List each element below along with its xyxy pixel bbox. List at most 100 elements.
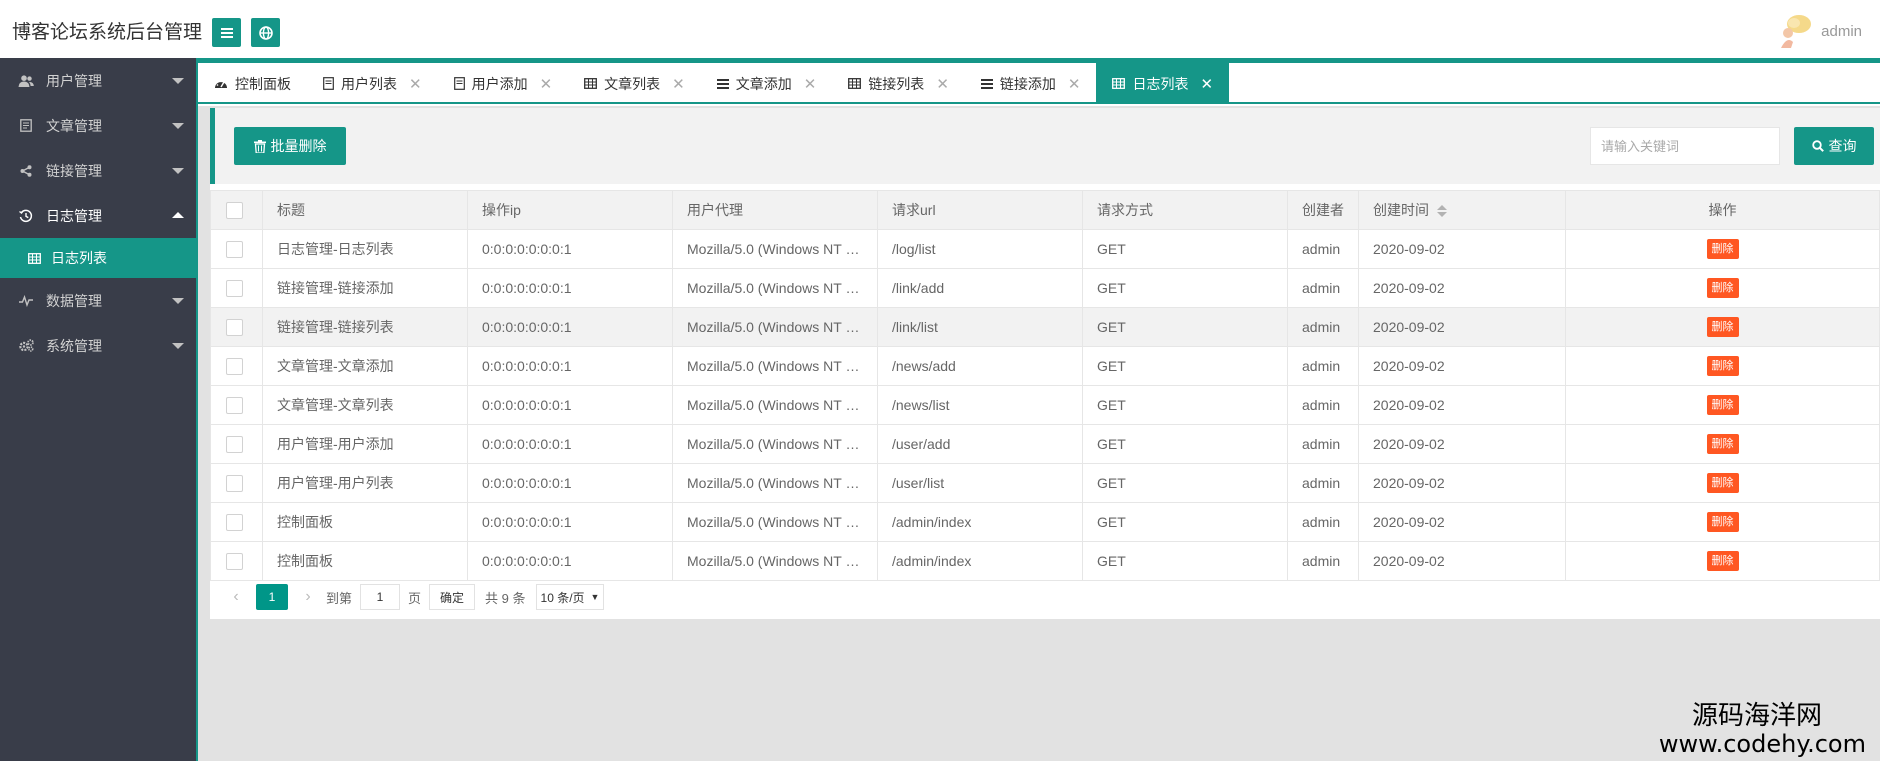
tab-log-list[interactable]: 日志列表 ✕ (1096, 63, 1230, 104)
cell-url: /admin/index (877, 502, 1083, 542)
app-title: 博客论坛系统后台管理 (12, 22, 203, 43)
row-delete-button[interactable]: 删除 (1706, 278, 1739, 298)
table-row: 用户管理-用户列表 0:0:0:0:0:0:0:1 Mozilla/5.0 (Win… (210, 463, 1880, 503)
cell-creator: admin (1287, 229, 1359, 269)
row-delete-button[interactable]: 删除 (1706, 395, 1739, 415)
prev-page-icon[interactable]: ‹ (226, 588, 246, 606)
tab-user-list[interactable]: 用户列表 ✕ (307, 63, 438, 104)
cell-actions: 删除 (1565, 502, 1880, 542)
sidebar-item-data-management[interactable]: 数据管理 (0, 278, 196, 323)
sidebar-item-user-management[interactable]: 用户管理 (0, 58, 196, 103)
tab-article-add[interactable]: 文章添加 ✕ (701, 63, 833, 104)
row-checkbox[interactable] (226, 318, 243, 336)
share-icon (18, 164, 34, 178)
table-icon (584, 78, 598, 89)
cell-agent: Mozilla/5.0 (Windows NT … (672, 385, 878, 425)
sort-icon[interactable] (1437, 204, 1447, 218)
row-delete-button[interactable]: 删除 (1706, 434, 1739, 454)
list-icon (716, 78, 729, 89)
search-icon (1811, 140, 1824, 152)
chevron-down-icon (172, 343, 184, 349)
row-delete-button[interactable]: 删除 (1706, 473, 1739, 493)
table-row: 链接管理-链接添加 0:0:0:0:0:0:0:1 Mozilla/5.0 (Win… (210, 268, 1880, 308)
close-icon[interactable]: ✕ (1068, 75, 1081, 93)
page-size-select[interactable]: 10 条/页 ▼ (535, 584, 605, 610)
sidebar-subitem-log-list[interactable]: 日志列表 (0, 238, 196, 278)
cell-agent: Mozilla/5.0 (Windows NT … (672, 502, 878, 542)
close-icon[interactable]: ✕ (672, 75, 685, 93)
cell-method: GET (1082, 502, 1288, 542)
close-icon[interactable]: ✕ (804, 75, 817, 93)
cell-creator: admin (1287, 541, 1359, 581)
row-checkbox[interactable] (226, 552, 243, 570)
row-checkbox-cell (210, 385, 263, 425)
close-icon[interactable]: ✕ (409, 75, 422, 93)
row-delete-button[interactable]: 删除 (1706, 317, 1739, 337)
search-input[interactable] (1590, 127, 1780, 165)
cell-ip: 0:0:0:0:0:0:0:1 (467, 424, 673, 464)
cell-title: 日志管理-日志列表 (262, 229, 468, 269)
users-icon (18, 74, 34, 88)
goto-confirm-button[interactable]: 确定 (429, 584, 476, 610)
row-checkbox[interactable] (226, 240, 243, 258)
row-checkbox[interactable] (226, 513, 243, 531)
cell-url: /user/list (877, 463, 1083, 503)
chevron-down-icon (172, 298, 184, 304)
cell-time: 2020-09-02 (1358, 502, 1566, 542)
row-checkbox[interactable] (226, 357, 243, 375)
menu-toggle-button[interactable] (212, 18, 241, 47)
sidebar-item-log-management[interactable]: 日志管理 (0, 193, 196, 238)
row-checkbox[interactable] (226, 279, 243, 297)
column-header: 用户代理 (672, 190, 878, 230)
row-delete-button[interactable]: 删除 (1706, 239, 1739, 259)
goto-label: 到第 (326, 590, 353, 606)
sidebar-item-system-management[interactable]: 系统管理 (0, 323, 196, 368)
username: admin (1821, 22, 1862, 40)
tab-link-add[interactable]: 链接添加 ✕ (965, 63, 1097, 104)
column-header-sortable[interactable]: 创建时间 (1358, 190, 1566, 230)
sidebar-item-article-management[interactable]: 文章管理 (0, 103, 196, 148)
table-row: 日志管理-日志列表 0:0:0:0:0:0:0:1 Mozilla/5.0 (Win… (210, 229, 1880, 269)
tab-dashboard[interactable]: 控制面板 (198, 63, 307, 104)
document-icon (323, 77, 334, 90)
current-page[interactable]: 1 (256, 584, 288, 610)
row-delete-button[interactable]: 删除 (1706, 356, 1739, 376)
row-checkbox[interactable] (226, 435, 243, 453)
table-row: 文章管理-文章列表 0:0:0:0:0:0:0:1 Mozilla/5.0 (Win… (210, 385, 1880, 425)
sidebar-item-label: 系统管理 (46, 337, 102, 354)
query-button[interactable]: 查询 (1794, 127, 1874, 165)
cell-time: 2020-09-02 (1358, 385, 1566, 425)
tab-bar: 控制面板 用户列表 ✕ 用户添加 ✕ 文章列表 ✕ 文章添加 ✕ 链接列表 ✕ … (198, 63, 1880, 104)
sidebar-item-label: 日志管理 (46, 207, 102, 224)
cell-url: /user/add (877, 424, 1083, 464)
sidebar-item-link-management[interactable]: 链接管理 (0, 148, 196, 193)
cell-url: /news/list (877, 385, 1083, 425)
close-icon[interactable]: ✕ (1200, 75, 1213, 93)
cell-method: GET (1082, 346, 1288, 386)
website-button[interactable] (251, 18, 280, 47)
close-icon[interactable]: ✕ (936, 75, 949, 93)
batch-delete-button[interactable]: 批量删除 (234, 127, 346, 165)
avatar (1781, 15, 1812, 48)
row-checkbox[interactable] (226, 396, 243, 414)
row-delete-button[interactable]: 删除 (1706, 512, 1739, 532)
table-row: 控制面板 0:0:0:0:0:0:0:1 Mozilla/5.0 (Windows … (210, 502, 1880, 542)
tab-label: 控制面板 (235, 75, 291, 92)
tab-user-add[interactable]: 用户添加 ✕ (438, 63, 569, 104)
cell-creator: admin (1287, 385, 1359, 425)
goto-page-input[interactable] (360, 584, 401, 610)
tab-article-list[interactable]: 文章列表 ✕ (568, 63, 701, 104)
next-page-icon[interactable]: › (298, 588, 318, 606)
cell-agent: Mozilla/5.0 (Windows NT … (672, 424, 878, 464)
row-checkbox-cell (210, 424, 263, 464)
cell-agent: Mozilla/5.0 (Windows NT … (672, 307, 878, 347)
tab-link-list[interactable]: 链接列表 ✕ (832, 63, 965, 104)
row-checkbox[interactable] (226, 474, 243, 492)
row-delete-button[interactable]: 删除 (1706, 551, 1739, 571)
table-row: 用户管理-用户添加 0:0:0:0:0:0:0:1 Mozilla/5.0 (Win… (210, 424, 1880, 464)
cell-time: 2020-09-02 (1358, 424, 1566, 464)
total-count: 共 9 条 (485, 590, 526, 606)
close-icon[interactable]: ✕ (540, 75, 553, 93)
user-menu[interactable]: admin (1777, 12, 1862, 50)
select-all-checkbox[interactable] (226, 201, 243, 219)
